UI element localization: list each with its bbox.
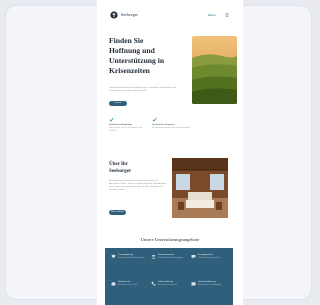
offer-text: Schnelle Hilfe in akuten Situationen.: [158, 258, 184, 259]
offers-section-title: Unsere Unterstützungsangebote: [140, 237, 200, 242]
offer-item[interactable]: Einzelgespräche Persönliche Gespräche in…: [191, 254, 227, 278]
check-icon: [152, 117, 157, 122]
feature-text: Ihre Anliegen werden vertraulich behande…: [152, 127, 191, 129]
brand-name[interactable]: Seelsorger: [121, 11, 138, 19]
offer-title: Terminvereinbarung: [198, 281, 216, 283]
check-icon: [109, 117, 114, 122]
heart-icon: [111, 254, 116, 259]
website-page-preview: Seelsorger Menü Finden Sie Hoffnung und …: [97, 0, 243, 305]
about-more-button[interactable]: Mehr erfahren: [109, 210, 126, 215]
phone-icon: [151, 281, 156, 286]
hero-description: Professionelle Seelsorge und Begleitung …: [109, 87, 177, 92]
offer-title: Telefonseelsorge: [158, 281, 174, 283]
offer-item[interactable]: Trauerbegleitung Unterstützung beim Absc…: [111, 254, 147, 278]
chat-icon: [191, 255, 196, 259]
offer-title: Einzelgespräche: [198, 254, 213, 256]
hero-contact-button[interactable]: Kontakt: [109, 101, 127, 106]
offer-text: Wir kommen auch zu Ihnen.: [118, 285, 138, 286]
feature-text: Wir begleiten Sie mit Verständnis und Ge…: [109, 127, 143, 132]
offer-text: Erreichbar rund um die Uhr.: [158, 285, 178, 286]
offer-item[interactable]: Krisenintervention Schnelle Hilfe in aku…: [151, 254, 187, 278]
offer-item[interactable]: Telefonseelsorge Erreichbar rund um die …: [151, 281, 187, 305]
about-title: Über Ihr Seelsorger: [109, 162, 132, 174]
offer-item[interactable]: Terminvereinbarung Flexible Termine nach…: [191, 281, 227, 305]
hero-landscape-image: [192, 36, 237, 104]
about-description: Mit langjähriger Erfahrung in der Seelso…: [109, 180, 167, 191]
offer-title: Krisenintervention: [158, 254, 175, 256]
calendar-icon: [191, 282, 196, 286]
people-icon: [151, 254, 156, 259]
logo-icon[interactable]: [110, 11, 118, 19]
offer-text: Flexible Termine nach Absprache.: [198, 285, 222, 286]
offer-text: Persönliche Gespräche in Ruhe.: [198, 258, 221, 259]
menu-label[interactable]: Menü: [208, 11, 216, 19]
about-interior-image: [172, 158, 228, 218]
offer-title: Hausbesuche: [118, 281, 131, 283]
offer-text: Unterstützung beim Abschiednehmen.: [118, 258, 145, 259]
offer-title: Trauerbegleitung: [118, 254, 134, 256]
offer-item[interactable]: Hausbesuche Wir kommen auch zu Ihnen.: [111, 281, 147, 305]
menu-icon[interactable]: [225, 13, 229, 17]
site-header: Seelsorger Menü: [97, 8, 243, 22]
offers-grid: Trauerbegleitung Unterstützung beim Absc…: [105, 248, 233, 305]
home-icon: [111, 281, 116, 286]
hero-title: Finden Sie Hoffnung und Unterstützung in…: [109, 36, 165, 75]
